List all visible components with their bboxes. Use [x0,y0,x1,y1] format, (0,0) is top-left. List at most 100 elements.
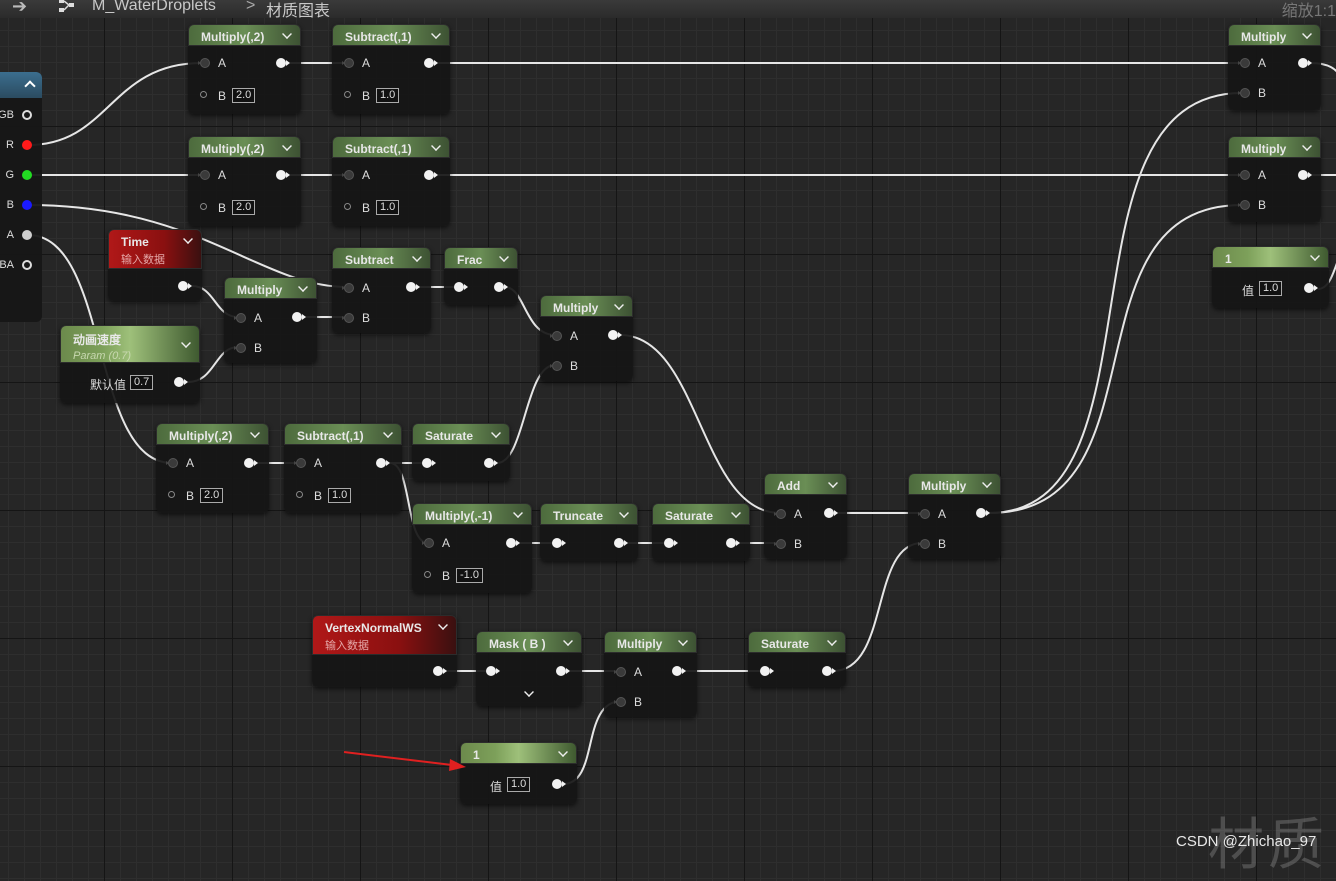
b-input-pin[interactable] [1238,88,1250,98]
frac-node[interactable]: Frac [444,247,518,305]
output-pin[interactable] [276,58,290,68]
a-input-pin[interactable] [342,170,354,180]
saturate-node-mask[interactable]: Saturate [748,631,846,687]
output-pin[interactable] [484,458,498,468]
chevron-down-icon[interactable] [678,636,688,646]
chevron-down-icon[interactable] [828,478,838,488]
g-output-pin[interactable] [22,170,32,180]
input-pin[interactable] [664,538,678,548]
chevron-down-icon[interactable] [1310,251,1320,261]
constant-1-node-right[interactable]: 1 值 1.0 [1212,246,1329,308]
chevron-down-icon[interactable] [614,300,624,310]
b-value-field[interactable]: 1.0 [376,200,400,215]
subtract-1-node-mid[interactable]: Subtract(,1) A B 1.0 [332,136,450,226]
chevron-down-icon[interactable] [383,428,393,438]
value-field[interactable]: 1.0 [507,777,531,792]
input-pin[interactable] [454,282,468,292]
output-pin[interactable] [244,458,258,468]
add-node[interactable]: Add A B [764,473,847,559]
saturate-node-truncate[interactable]: Saturate [652,503,750,561]
multiply-time-node[interactable]: Multiply A B [224,277,317,363]
chevron-down-icon[interactable] [731,508,741,518]
b-value-field[interactable]: -1.0 [456,568,483,583]
chevron-down-icon[interactable] [619,508,629,518]
forward-arrow-icon[interactable]: ➔ [12,0,27,17]
time-node[interactable]: Time 输入数据 [108,229,202,301]
output-pin[interactable] [976,508,990,518]
animation-speed-param-node[interactable]: 动画速度 Param (0.7) 默认值 0.7 [60,325,200,403]
expand-chevron-icon[interactable] [524,687,534,697]
a-input-pin[interactable] [1238,58,1250,68]
saturate-node-low[interactable]: Saturate [412,423,510,481]
output-pin[interactable] [494,282,508,292]
b-input-pin[interactable] [774,539,786,549]
rgb-output-pin[interactable] [22,110,32,120]
input-pin[interactable] [486,666,500,676]
a-input-pin[interactable] [166,458,178,468]
value-field[interactable]: 1.0 [1259,281,1283,296]
chevron-down-icon[interactable] [563,636,573,646]
b-input-pin[interactable] [550,361,562,371]
chevron-down-icon[interactable] [558,747,568,757]
input-pin[interactable] [422,458,436,468]
texture-sample-header[interactable] [0,72,42,98]
b-input-pin[interactable] [200,203,207,210]
a-input-pin[interactable] [550,331,562,341]
vertex-normal-ws-node[interactable]: VertexNormalWS 输入数据 [312,615,457,687]
output-pin[interactable] [292,312,306,322]
rgba-output-pin[interactable] [22,260,32,270]
multiply-2-node-mid[interactable]: Multiply(,2) A B 2.0 [188,136,301,226]
output-pin[interactable] [726,538,740,548]
a-input-pin[interactable] [1238,170,1250,180]
b-input-pin[interactable] [1238,200,1250,210]
b-input-pin[interactable] [614,697,626,707]
multiply-2-node-top[interactable]: Multiply(,2) A B 2.0 [188,24,301,114]
chevron-down-icon[interactable] [431,29,441,39]
multiply-node-right-1[interactable]: Multiply A B [1228,24,1321,110]
chevron-down-icon[interactable] [282,141,292,151]
multiply-frac-node[interactable]: Multiply A B [540,295,633,381]
b-input-pin[interactable] [168,491,175,498]
output-pin[interactable] [424,170,438,180]
b-value-field[interactable]: 1.0 [376,88,400,103]
a-input-pin[interactable] [774,509,786,519]
b-value-field[interactable]: 1.0 [328,488,352,503]
a-input-pin[interactable] [918,509,930,519]
chevron-down-icon[interactable] [181,338,191,348]
b-input-pin[interactable] [344,91,351,98]
b-input-pin[interactable] [200,91,207,98]
chevron-down-icon[interactable] [183,234,193,244]
default-value-field[interactable]: 0.7 [130,375,154,390]
a-input-pin[interactable] [342,283,354,293]
a-input-pin[interactable] [294,458,306,468]
output-pin[interactable] [822,666,836,676]
chevron-down-icon[interactable] [1302,29,1312,39]
multiply-node-right-2[interactable]: Multiply A B [1228,136,1321,222]
a-input-pin[interactable] [342,58,354,68]
output-pin[interactable] [614,538,628,548]
chevron-down-icon[interactable] [412,252,422,262]
chevron-down-icon[interactable] [491,428,501,438]
constant-1-node-bottom[interactable]: 1 值 1.0 [460,742,577,804]
output-pin[interactable] [424,58,438,68]
output-pin[interactable] [552,779,566,789]
output-pin[interactable] [608,330,622,340]
multiply-mask-node[interactable]: Multiply A B [604,631,697,717]
chevron-down-icon[interactable] [499,252,509,262]
chevron-down-icon[interactable] [982,478,992,488]
mask-b-node[interactable]: Mask ( B ) [476,631,582,706]
b-input-pin[interactable] [296,491,303,498]
collapse-icon[interactable] [24,80,36,92]
a-input-pin[interactable] [614,667,626,677]
output-pin[interactable] [276,170,290,180]
a-input-pin[interactable] [198,58,210,68]
b-output-pin[interactable] [22,200,32,210]
chevron-down-icon[interactable] [513,508,523,518]
output-pin[interactable] [178,281,192,291]
output-pin[interactable] [506,538,520,548]
output-pin[interactable] [406,282,420,292]
chevron-down-icon[interactable] [298,282,308,292]
b-value-field[interactable]: 2.0 [232,200,256,215]
input-pin[interactable] [552,538,566,548]
b-input-pin[interactable] [342,313,354,323]
